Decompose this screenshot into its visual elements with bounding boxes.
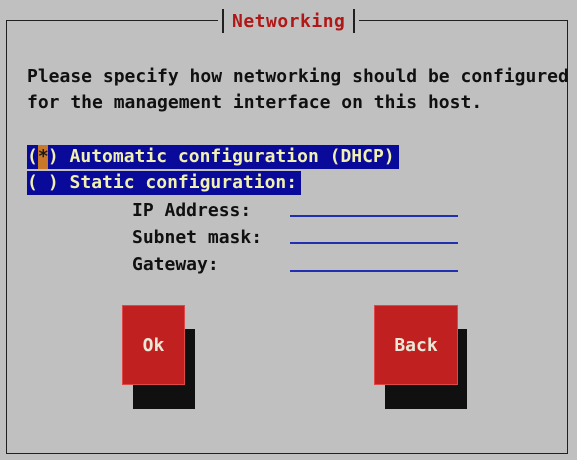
ok-button[interactable]: Ok [122,305,185,385]
title-right-bracket [353,9,356,33]
option-static[interactable]: ( ) Static configuration: [27,171,302,195]
subnet-mask-label: Subnet mask: [132,227,263,248]
radio-static[interactable] [38,171,48,195]
dialog-title: Networking [232,10,346,32]
gateway-input[interactable] [290,252,458,272]
ip-address-label: IP Address: [132,200,252,221]
back-button[interactable]: Back [374,305,458,385]
intro-line-1: Please specify how networking should be … [27,66,569,87]
intro-line-2: for the management interface on this hos… [27,92,483,113]
option-static-label: Static configuration: [69,172,298,193]
dialog-title-bar: Networking [218,8,360,34]
gateway-label: Gateway: [132,254,219,275]
subnet-mask-input[interactable] [290,224,458,244]
option-dhcp[interactable]: (*) Automatic configuration (DHCP) [27,145,399,169]
radio-dhcp[interactable]: * [37,145,49,169]
option-dhcp-label: Automatic configuration (DHCP) [69,146,395,167]
intro-text: Please specify how networking should be … [27,64,569,116]
ip-address-input[interactable] [290,197,458,217]
